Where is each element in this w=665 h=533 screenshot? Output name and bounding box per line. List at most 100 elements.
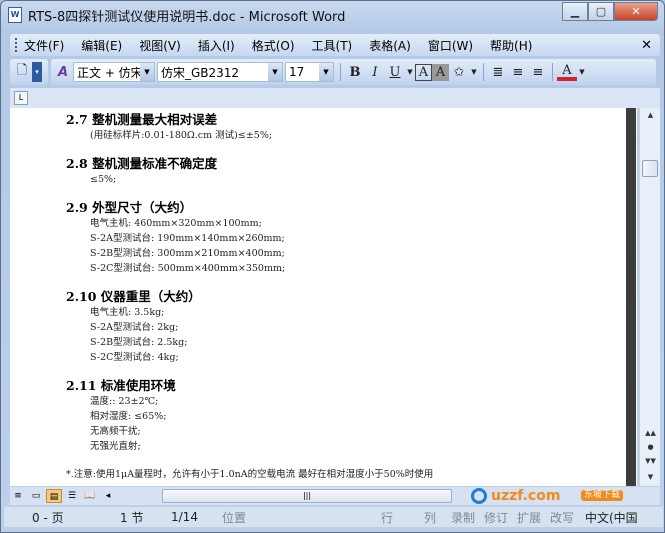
paragraph: S-2B型测试台: 300mm×210mm×400mm; xyxy=(90,248,285,259)
new-document-icon[interactable]: 🗋 xyxy=(12,62,32,82)
paragraph: S-2A型测试台: 190mm×140mm×260mm; xyxy=(90,233,285,244)
scroll-thumb[interactable] xyxy=(642,160,658,177)
heading: 2.9 外型尺寸（大约） xyxy=(66,200,193,215)
paragraph: S-2A型测试台: 2kg; xyxy=(90,322,179,333)
align-center-icon[interactable]: ≡ xyxy=(508,62,528,82)
divider xyxy=(483,63,484,81)
document-content: 2.7 整机测量最大相对误差 (用硅标样片:0.01-180Ω.cm 测试)≤±… xyxy=(66,112,433,482)
close-document-icon[interactable]: ✕ xyxy=(641,38,652,53)
outline-view-icon[interactable]: ☰ xyxy=(64,489,80,503)
word-app-icon[interactable]: W xyxy=(8,7,22,23)
paragraph: ≤5%; xyxy=(90,174,117,185)
next-page-icon[interactable]: ▼▼ xyxy=(642,454,659,468)
toolbar-grip[interactable] xyxy=(15,38,18,52)
document-area[interactable]: 2.7 整机测量最大相对误差 (用硅标样片:0.01-180Ω.cm 测试)≤±… xyxy=(10,108,637,486)
font-select[interactable]: 仿宋_GB2312 ▼ xyxy=(157,62,283,82)
menu-edit[interactable]: 编辑(E) xyxy=(81,37,122,54)
paragraph: S-2B型测试台: 2.5kg; xyxy=(90,337,188,348)
horizontal-scroll-thumb[interactable]: ||| xyxy=(162,489,452,503)
note: *.注意:使用1μA量程时，允许有小于1.0nA的空载电流 最好在相对湿度小于5… xyxy=(66,469,434,480)
scroll-up-icon[interactable]: ▲ xyxy=(642,108,659,122)
menu-help[interactable]: 帮助(H) xyxy=(490,37,532,54)
scroll-left-icon[interactable]: ◂ xyxy=(100,489,116,503)
word-window: W RTS-8四探针测试仪使用说明书.doc - Microsoft Word … xyxy=(0,0,665,533)
reading-view-icon[interactable]: 📖 xyxy=(82,489,98,503)
chevron-down-icon[interactable]: ▼ xyxy=(469,62,479,82)
status-section: 1 节 xyxy=(120,510,144,525)
menu-table[interactable]: 表格(A) xyxy=(369,37,411,54)
style-value: 正文 + 仿宋 xyxy=(77,65,143,80)
style-select[interactable]: 正文 + 仿宋 ▼ xyxy=(73,62,155,82)
heading: 2.8 整机测量标准不确定度 xyxy=(66,156,218,171)
heading: 2.10 仪器重里（大约） xyxy=(66,289,201,304)
web-view-icon[interactable]: ▭ xyxy=(28,489,44,503)
justify-icon[interactable]: ≣ xyxy=(488,62,508,82)
divider xyxy=(552,63,553,81)
close-button[interactable]: ✕ xyxy=(614,2,658,21)
character-shading-icon[interactable]: A xyxy=(432,63,449,81)
minimize-button[interactable]: ▁ xyxy=(562,2,588,21)
styles-icon[interactable]: A xyxy=(53,62,73,82)
align-right-icon[interactable]: ≡ xyxy=(528,62,548,82)
vertical-scrollbar[interactable]: ▲ ▲▲ ● ▼▼ ▼ xyxy=(639,108,660,486)
status-bar: 0 - 页 1 节 1/14 位置 行 列 录制 修订 扩展 改写 中文(中国 xyxy=(4,507,663,527)
heading: 2.11 标准使用环境 xyxy=(66,378,176,393)
title-bar: W RTS-8四探针测试仪使用说明书.doc - Microsoft Word … xyxy=(1,1,664,29)
browse-object-icon[interactable]: ● xyxy=(642,440,659,454)
paragraph: (用硅标样片:0.01-180Ω.cm 测试)≤±5%; xyxy=(90,130,273,141)
previous-page-icon[interactable]: ▲▲ xyxy=(642,426,659,440)
font-size-select[interactable]: 17 ▼ xyxy=(285,62,334,82)
underline-button[interactable]: U xyxy=(385,62,405,82)
normal-view-icon[interactable]: ≡ xyxy=(10,489,26,503)
maximize-button[interactable]: ▢ xyxy=(588,2,614,21)
heading: 2.7 整机测量最大相对误差 xyxy=(66,112,218,127)
toolbar-options-icon[interactable]: ▾ xyxy=(32,62,42,82)
tab-stop-selector[interactable]: L xyxy=(14,91,28,105)
status-overtype[interactable]: 改写 xyxy=(550,509,574,526)
ruler: L xyxy=(10,88,660,108)
chevron-down-icon[interactable]: ▼ xyxy=(319,63,333,81)
font-color-icon[interactable]: A xyxy=(557,63,577,81)
menu-file[interactable]: 文件(F) xyxy=(24,37,64,54)
status-record[interactable]: 录制 xyxy=(451,509,475,526)
menu-tools[interactable]: 工具(T) xyxy=(312,37,353,54)
paragraph: 相对湿度: ≤65%; xyxy=(90,411,167,422)
paragraph: S-2C型测试台: 500mm×400mm×350mm; xyxy=(90,263,286,274)
page-edge xyxy=(626,108,636,486)
divider xyxy=(340,63,341,81)
status-page: 0 - 页 xyxy=(32,510,64,525)
paragraph: 无强光直射; xyxy=(90,441,141,452)
chevron-down-icon[interactable]: ▼ xyxy=(268,63,282,81)
character-border-icon[interactable]: A xyxy=(415,63,432,81)
status-position: 位置 xyxy=(222,510,247,525)
menu-view[interactable]: 视图(V) xyxy=(139,37,181,54)
phonetic-guide-icon[interactable]: ✩ xyxy=(449,62,469,82)
paragraph: 电气主机: 3.5kg; xyxy=(90,307,165,318)
status-language: 中文(中国 xyxy=(585,510,638,525)
bold-button[interactable]: B xyxy=(345,62,365,82)
window-title: RTS-8四探针测试仪使用说明书.doc - Microsoft Word xyxy=(28,9,346,25)
paragraph: S-2C型测试台: 4kg; xyxy=(90,352,179,363)
menu-insert[interactable]: 插入(I) xyxy=(198,37,235,54)
scroll-down-icon[interactable]: ▼ xyxy=(642,470,659,484)
font-size-value: 17 xyxy=(289,65,305,79)
status-column: 列 xyxy=(424,510,437,525)
formatting-toolbar: 🗋 ▾ A 正文 + 仿宋 ▼ 仿宋_GB2312 ▼ 17 ▼ B I U ▼ A … xyxy=(10,59,660,85)
paragraph: 无高频干扰; xyxy=(90,426,141,437)
paragraph: 电气主机: 460mm×320mm×100mm; xyxy=(90,218,262,229)
chevron-down-icon[interactable]: ▼ xyxy=(405,62,415,82)
menu-bar: 文件(F) 编辑(E) 视图(V) 插入(I) 格式(O) 工具(T) 表格(A… xyxy=(10,34,660,56)
status-extend[interactable]: 扩展 xyxy=(517,509,541,526)
font-value: 仿宋_GB2312 xyxy=(161,65,240,80)
status-track-changes[interactable]: 修订 xyxy=(484,509,508,526)
status-page-count: 1/14 xyxy=(171,510,198,524)
print-layout-icon[interactable]: ▤ xyxy=(46,489,62,503)
menu-window[interactable]: 窗口(W) xyxy=(428,37,473,54)
italic-button[interactable]: I xyxy=(365,62,385,82)
menu-format[interactable]: 格式(O) xyxy=(252,37,295,54)
status-line: 行 xyxy=(381,510,394,525)
view-bar: ≡ ▭ ▤ ☰ 📖 ◂ ||| xyxy=(10,487,660,505)
paragraph: 温度:: 23±2℃; xyxy=(90,396,159,407)
chevron-down-icon[interactable]: ▼ xyxy=(577,62,587,82)
chevron-down-icon[interactable]: ▼ xyxy=(140,63,154,81)
